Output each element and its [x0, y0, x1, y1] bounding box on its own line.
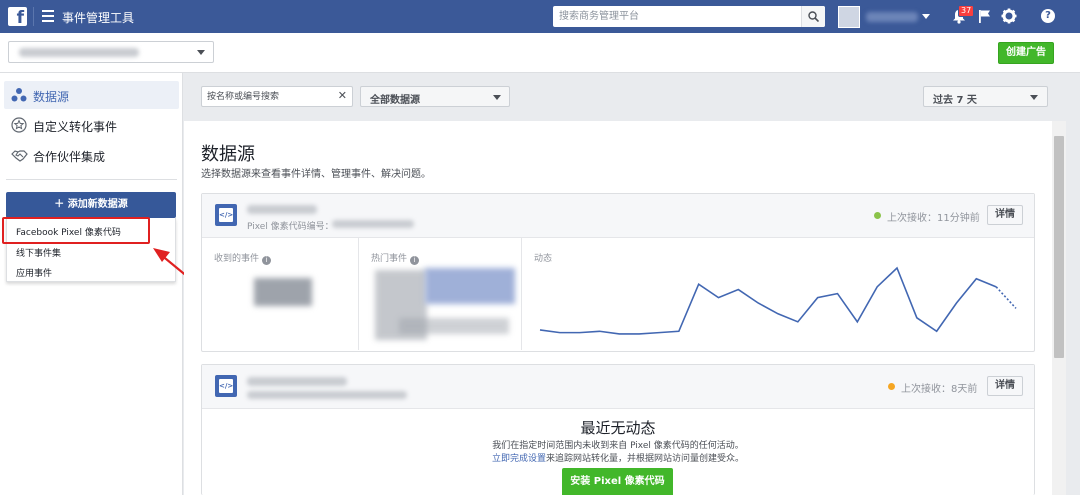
search-button[interactable]	[801, 6, 825, 27]
last-received-status: 上次接收：11分钟前	[887, 213, 980, 224]
sidebar-item-label: 合作伙伴集成	[33, 150, 106, 164]
pixel-name-redacted	[247, 205, 317, 214]
search-icon	[808, 11, 819, 22]
activity-metric: 动态	[522, 238, 1034, 350]
pixel-id-redacted	[247, 391, 407, 399]
no-activity-setup-message: 立即完成设置来追踪网站转化量，并根据网站访问量创建受众。	[201, 451, 1035, 464]
avatar[interactable]	[838, 6, 860, 28]
chevron-down-icon	[1030, 95, 1038, 100]
install-pixel-button[interactable]: 安装 Pixel 像素代码	[562, 468, 673, 495]
account-name-redacted	[19, 48, 139, 57]
sidebar-item-partner-integrations[interactable]: 合作伙伴集成	[4, 141, 179, 169]
account-header: 创建广告	[0, 33, 1080, 73]
star-icon	[11, 117, 27, 133]
help-icon[interactable]: ?	[1041, 9, 1055, 23]
no-activity-message: 我们在指定时间范围内未收到来自 Pixel 像素代码的任何活动。	[492, 441, 744, 451]
data-sources-icon	[11, 88, 27, 102]
pixel-id-redacted	[332, 220, 414, 228]
date-range-dropdown[interactable]: 过去 7 天	[923, 86, 1048, 107]
top-navigation-bar: f 事件管理工具 37 ?	[0, 0, 1080, 33]
pixel-card-header[interactable]: </> 上次接收：8天前 详情	[202, 365, 1034, 409]
no-activity-title: 最近无动态	[580, 419, 656, 437]
activity-line	[539, 266, 997, 335]
facebook-logo-icon[interactable]: f	[8, 7, 27, 26]
metric-label-text: 收到的事件	[214, 254, 260, 264]
received-events-metric: 收到的事件 i	[202, 238, 359, 350]
pixel-card-1: </> Pixel 像素代码编号： 上次接收：11分钟前 详情 收到的事件 i 热…	[201, 193, 1035, 352]
name-or-id-search-input[interactable]	[202, 87, 332, 106]
info-icon[interactable]: i	[262, 256, 272, 265]
pixel-code-icon: </>	[215, 375, 237, 397]
metric-label: 热门事件 i	[371, 251, 420, 265]
create-ad-button[interactable]: 创建广告	[998, 42, 1054, 64]
pixel-card-header[interactable]: </> Pixel 像素代码编号： 上次接收：11分钟前 详情	[202, 194, 1034, 238]
top-events-metric: 热门事件 i	[359, 238, 522, 350]
data-source-filter-value: 全部数据源	[370, 95, 420, 106]
page-title: 数据源	[201, 144, 255, 165]
user-name-redacted[interactable]	[866, 12, 918, 22]
flag-icon[interactable]	[978, 9, 991, 24]
topbar-divider	[33, 7, 34, 26]
chevron-down-icon	[493, 95, 501, 100]
sidebar-divider	[6, 179, 177, 180]
sidebar: 数据源 自定义转化事件 合作伙伴集成 ＋ 添加新数据源 Facebook Pix…	[0, 73, 183, 495]
page-subtitle: 选择数据源来查看事件详情、管理事件、解决问题。	[201, 169, 431, 180]
business-search-input[interactable]	[553, 6, 801, 27]
handshake-icon	[11, 150, 28, 162]
details-button[interactable]: 详情	[987, 205, 1023, 225]
menu-item-offline-events[interactable]: 线下事件集	[16, 246, 61, 259]
sidebar-item-label: 数据源	[33, 90, 70, 104]
activity-sparkline	[539, 266, 1017, 335]
metric-label: 收到的事件 i	[214, 251, 272, 265]
complete-setup-link[interactable]: 立即完成设置	[492, 454, 546, 464]
name-or-id-search: ✕	[201, 86, 353, 107]
annotation-highlight-box	[2, 217, 150, 244]
last-received-status: 上次接收：8天前	[901, 384, 978, 395]
app-title: 事件管理工具	[62, 11, 135, 25]
menu-item-app-events[interactable]: 应用事件	[16, 266, 52, 279]
pixel-name-redacted	[247, 377, 347, 386]
top-events-bar-redacted	[399, 318, 509, 334]
status-dot-icon	[888, 383, 895, 390]
chevron-down-icon	[197, 50, 205, 55]
setup-message-text: 来追踪网站转化量，并根据网站访问量创建受众。	[546, 454, 745, 464]
sidebar-item-label: 自定义转化事件	[33, 120, 118, 134]
clear-search-icon[interactable]: ✕	[338, 89, 347, 102]
received-count-redacted	[254, 278, 312, 306]
menu-icon[interactable]	[42, 10, 54, 22]
details-button[interactable]: 详情	[987, 376, 1023, 396]
info-icon[interactable]: i	[410, 256, 420, 265]
metric-label-text: 热门事件	[371, 254, 408, 264]
scrollbar-thumb[interactable]	[1054, 136, 1064, 358]
settings-gear-icon[interactable]	[1001, 8, 1017, 24]
sidebar-item-custom-conversions[interactable]: 自定义转化事件	[4, 111, 179, 139]
sidebar-item-data-sources[interactable]: 数据源	[4, 81, 179, 109]
notification-count-badge: 37	[958, 5, 975, 17]
date-range-value: 过去 7 天	[933, 95, 977, 106]
top-events-bar-redacted	[425, 268, 515, 304]
business-search	[553, 6, 825, 27]
account-menu-chevron-down-icon[interactable]	[922, 14, 930, 19]
add-new-data-source-button[interactable]: ＋ 添加新数据源	[6, 192, 176, 218]
business-account-dropdown[interactable]	[8, 41, 214, 63]
status-dot-icon	[874, 212, 881, 219]
activity-line-projection	[995, 286, 1017, 309]
data-source-filter-dropdown[interactable]: 全部数据源	[360, 86, 510, 107]
pixel-code-icon: </>	[215, 204, 237, 226]
pixel-id-label: Pixel 像素代码编号：	[247, 222, 334, 232]
